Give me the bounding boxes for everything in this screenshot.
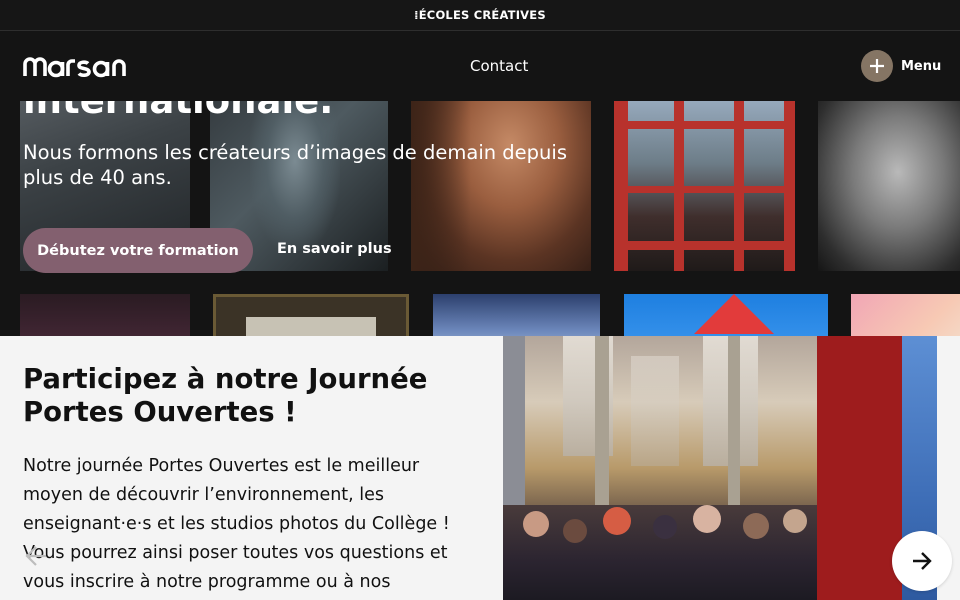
hero-section: internationale. Nous formons les créateu…	[0, 101, 960, 336]
hero-image-pastel	[851, 294, 960, 336]
hero-image-tent	[624, 294, 828, 336]
start-training-button[interactable]: Débutez votre formation	[23, 228, 253, 273]
marsan-logo[interactable]	[23, 52, 138, 80]
hero-image-flowers	[20, 294, 190, 336]
hero-image-framed-portrait	[213, 294, 409, 336]
site-header: Contact Menu	[0, 31, 960, 101]
open-day-photo	[503, 336, 817, 600]
open-day-red-panel	[817, 336, 902, 600]
marsan-logo-wordmark	[23, 57, 126, 78]
menu-button[interactable]: Menu	[861, 50, 941, 82]
top-banner: ⁞ÉCOLES CRÉATIVES	[0, 0, 960, 31]
plus-icon[interactable]	[861, 50, 893, 82]
open-day-crowd	[503, 505, 817, 600]
open-day-title: Participez à notre Journée Portes Ouvert…	[23, 363, 428, 428]
hero-image-torso	[818, 101, 960, 271]
arrow-left-icon	[25, 545, 46, 566]
carousel-next-button[interactable]	[892, 531, 952, 591]
open-day-text: Notre journée Portes Ouvertes est le mei…	[23, 456, 450, 592]
arrow-right-icon	[913, 552, 932, 570]
hero-image-bridge	[614, 101, 795, 271]
carousel-prev-button[interactable]	[22, 542, 52, 572]
learn-more-link[interactable]: En savoir plus	[277, 241, 392, 257]
hero-subtitle: Nous formons les créateurs d’images de d…	[23, 141, 567, 189]
hero-title: internationale.	[23, 101, 333, 125]
open-day-section: Participez à notre Journée Portes Ouvert…	[0, 336, 960, 600]
menu-label[interactable]: Menu	[901, 59, 941, 74]
hero-image-sky	[433, 294, 600, 336]
schools-brand[interactable]: ⁞ÉCOLES CRÉATIVES	[414, 8, 546, 22]
nav-contact-link[interactable]: Contact	[470, 57, 528, 75]
